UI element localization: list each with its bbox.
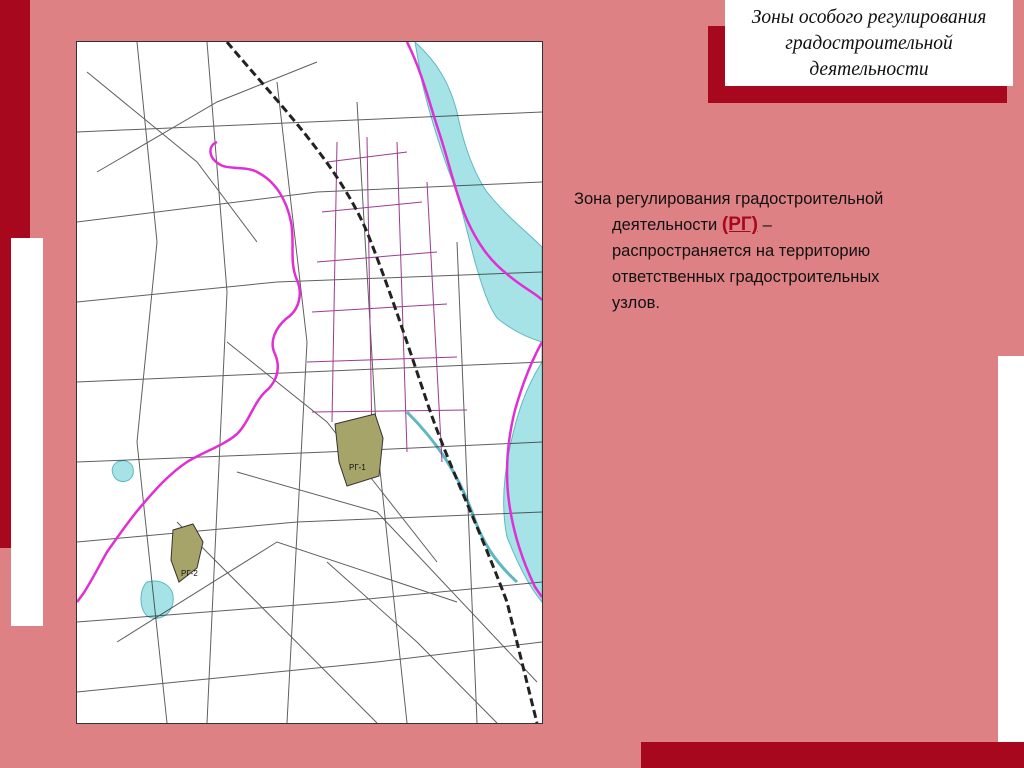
- description-line-3: распространяется на территорию: [612, 242, 871, 260]
- zone-description: Зона регулирования градостроительной дея…: [574, 186, 974, 316]
- description-line-1: Зона регулирования градостроительной: [574, 190, 884, 208]
- decor-bar-right-white: [998, 356, 1024, 768]
- zone-code-link[interactable]: (РГ): [722, 214, 758, 235]
- title-line-2: градостроительной: [785, 33, 953, 54]
- zone-rg-2-label: РГ-2: [181, 569, 198, 578]
- lake-southwest: [140, 580, 174, 619]
- river-north: [414, 42, 542, 343]
- river-east: [503, 342, 542, 603]
- road-network: [77, 42, 542, 723]
- map-drawing: РГ-1 РГ-2: [77, 42, 542, 723]
- district-streets: [306, 136, 468, 463]
- zone-rg-1: [334, 413, 384, 487]
- slide-title: Зоны особого регулирования градостроител…: [725, 0, 1013, 86]
- title-line-1: Зоны особого регулирования: [751, 7, 987, 28]
- title-line-3: деятельности: [809, 59, 929, 80]
- description-line-2: деятельности (РГ) –: [574, 212, 974, 238]
- lake-west: [111, 460, 134, 482]
- decor-bar-left-white: [11, 238, 43, 626]
- river-branch: [405, 410, 519, 584]
- description-line-5: узлов.: [612, 294, 660, 312]
- zone-rg-1-label: РГ-1: [349, 463, 366, 472]
- city-map: РГ-1 РГ-2: [76, 41, 543, 724]
- description-line-4: ответственных градостроительных: [612, 268, 880, 286]
- decor-bar-bottom-red: [641, 742, 1024, 768]
- description-line-2-start: деятельности: [612, 216, 722, 234]
- description-line-2-end: –: [757, 216, 772, 234]
